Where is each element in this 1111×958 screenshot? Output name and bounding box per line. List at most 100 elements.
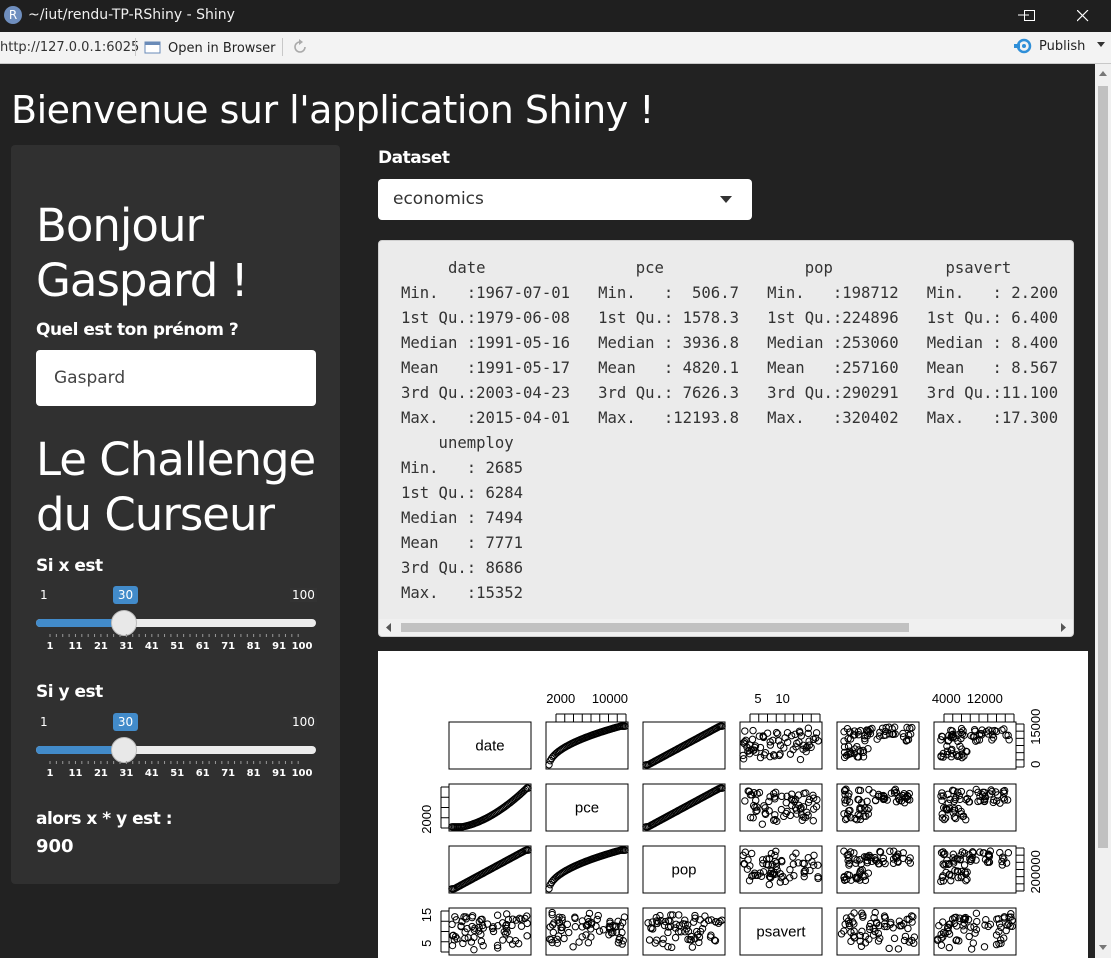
pairs-point xyxy=(660,921,669,930)
name-input[interactable] xyxy=(36,350,316,406)
pairs-point xyxy=(599,926,608,934)
r-logo-icon: R xyxy=(4,6,22,24)
slider-tick-label: 21 xyxy=(93,768,108,779)
axis-tick-label: 15000 xyxy=(1028,709,1043,745)
pairs-point xyxy=(584,939,593,947)
refresh-icon xyxy=(294,39,306,53)
pairs-point xyxy=(962,876,970,885)
slider-y-handle[interactable] xyxy=(110,737,137,763)
axis-tick-label: 5 xyxy=(419,940,434,947)
pairs-point xyxy=(969,939,978,947)
slider-y[interactable]: 1 30 100 1 11 21 31 41 51 61 71 81 91 100 xyxy=(36,713,317,805)
pairs-point xyxy=(593,915,601,924)
pairs-diag-label: psavert xyxy=(756,924,806,941)
maximize-button[interactable] xyxy=(1001,0,1059,32)
summary-line: Mean :1991-05-17 Mean : 4820.1 Mean :257… xyxy=(401,359,1059,377)
url-display[interactable]: http://127.0.0.1:6025 xyxy=(0,40,139,55)
summary-line: 1st Qu.: 6284 xyxy=(401,484,524,502)
summary-line: Min. : 2685 xyxy=(401,459,524,477)
summary-line: Median :1991-05-16 Median : 3936.8 Media… xyxy=(401,334,1059,352)
pairs-point xyxy=(885,944,893,953)
scroll-down-icon[interactable] xyxy=(1098,942,1108,952)
summary-output: date pce pop psavert Min. :1967-07-01 Mi… xyxy=(378,240,1074,637)
pairs-point xyxy=(765,880,774,889)
pairs-point xyxy=(960,926,968,934)
axis-tick-label: 0 xyxy=(1028,761,1043,768)
dataset-select[interactable]: economics xyxy=(378,179,752,220)
summary-line: Max. :2015-04-01 Max. :12193.8 Max. :320… xyxy=(401,409,1059,427)
summary-line: Min. :1967-07-01 Min. : 506.7 Min. :1987… xyxy=(401,284,1059,302)
greeting-heading: Bonjour Gaspard ! xyxy=(36,199,249,307)
pairs-point xyxy=(809,817,817,825)
pairs-point xyxy=(967,945,976,953)
pairs-point xyxy=(1004,849,1013,857)
pairs-point xyxy=(886,847,894,855)
publish-dropdown-icon[interactable] xyxy=(1097,40,1105,48)
publish-label: Publish xyxy=(1039,38,1086,54)
axis-tick-label: 2000 xyxy=(419,805,434,834)
slider-tick-label: 31 xyxy=(119,768,134,779)
publish-icon xyxy=(1014,38,1032,54)
slider-tick-label: 31 xyxy=(119,641,134,652)
page-title: Bienvenue sur l'application Shiny ! xyxy=(11,88,655,132)
pairs-point xyxy=(850,920,858,928)
pairs-point xyxy=(856,726,865,735)
close-window-button[interactable] xyxy=(1059,0,1111,32)
slider-x[interactable]: 1 30 100 1 11 21 31 41 51 61 71 81 91 100 xyxy=(36,586,317,678)
slider-x-max: 100 xyxy=(290,588,317,602)
pairs-point xyxy=(448,941,457,950)
pairs-point xyxy=(545,885,553,893)
horizontal-scroll-thumb[interactable] xyxy=(401,623,909,632)
slider-tick-label: 41 xyxy=(144,768,159,779)
pairs-point xyxy=(523,932,531,940)
pairs-point xyxy=(810,851,818,860)
refresh-button[interactable] xyxy=(291,38,309,60)
axis-tick-label: 5 xyxy=(754,691,761,706)
open-in-browser-button[interactable]: Open in Browser xyxy=(144,38,276,58)
slider-tick-label: 41 xyxy=(144,641,159,652)
pairs-point xyxy=(765,797,773,806)
axis-tick-label: 2000 xyxy=(546,691,575,706)
pairs-point xyxy=(741,797,749,805)
slider-tick-label: 71 xyxy=(221,768,236,779)
publish-button[interactable]: Publish xyxy=(1014,38,1085,54)
pairs-diag-label: pop xyxy=(671,862,696,879)
pairs-point xyxy=(938,918,947,926)
slider-y-tick-labels: 1 11 21 31 41 51 61 71 81 91 100 xyxy=(36,768,316,782)
pairs-point xyxy=(840,847,848,855)
pairs-point xyxy=(744,856,752,864)
scroll-thumb[interactable] xyxy=(1098,86,1108,848)
open-in-browser-label: Open in Browser xyxy=(168,40,276,56)
summary-line: 3rd Qu.:2003-04-23 3rd Qu.: 7626.3 3rd Q… xyxy=(401,384,1059,402)
viewer-toolbar: http://127.0.0.1:6025 Open in Browser Pu… xyxy=(0,32,1111,64)
slider-x-tick-labels: 1 11 21 31 41 51 61 71 81 91 100 xyxy=(36,641,316,655)
slider-tick-label: 21 xyxy=(93,641,108,652)
maximize-icon xyxy=(1024,10,1035,21)
scroll-left-icon[interactable] xyxy=(385,623,393,632)
pairs-point xyxy=(688,943,697,951)
scroll-right-icon[interactable] xyxy=(1059,623,1067,632)
pairs-plot: date pce pop psavert 2000 10000 5 10 4000 12000 0 1… xyxy=(378,651,1088,958)
slider-y-min: 1 xyxy=(40,715,48,729)
pairs-point xyxy=(569,943,577,951)
vertical-scrollbar[interactable] xyxy=(1095,64,1111,958)
pairs-point xyxy=(758,820,767,828)
pairs-point xyxy=(865,785,873,794)
horizontal-scrollbar[interactable] xyxy=(379,619,1073,636)
pairs-point xyxy=(448,920,456,929)
summary-line: unemploy xyxy=(438,434,514,452)
window-title: ~/iut/rendu-TP-RShiny - Shiny xyxy=(28,7,235,23)
summary-line: Mean : 7771 xyxy=(401,534,524,552)
window-title-bar: R ~/iut/rendu-TP-RShiny - Shiny xyxy=(0,0,1111,32)
slider-tick-label: 91 xyxy=(272,641,287,652)
slider-y-value: 30 xyxy=(112,713,139,731)
summary-line: 1st Qu.:1979-06-08 1st Qu.: 1578.3 1st Q… xyxy=(401,309,1059,327)
slider-x-handle[interactable] xyxy=(110,610,137,636)
scroll-up-icon[interactable] xyxy=(1098,69,1108,79)
pairs-point xyxy=(1005,736,1013,744)
pairs-point xyxy=(869,789,877,797)
pairs-point xyxy=(689,918,698,926)
axis-tick-label: 10 xyxy=(775,691,789,706)
pairs-point xyxy=(741,727,749,735)
pairs-point xyxy=(748,735,757,744)
